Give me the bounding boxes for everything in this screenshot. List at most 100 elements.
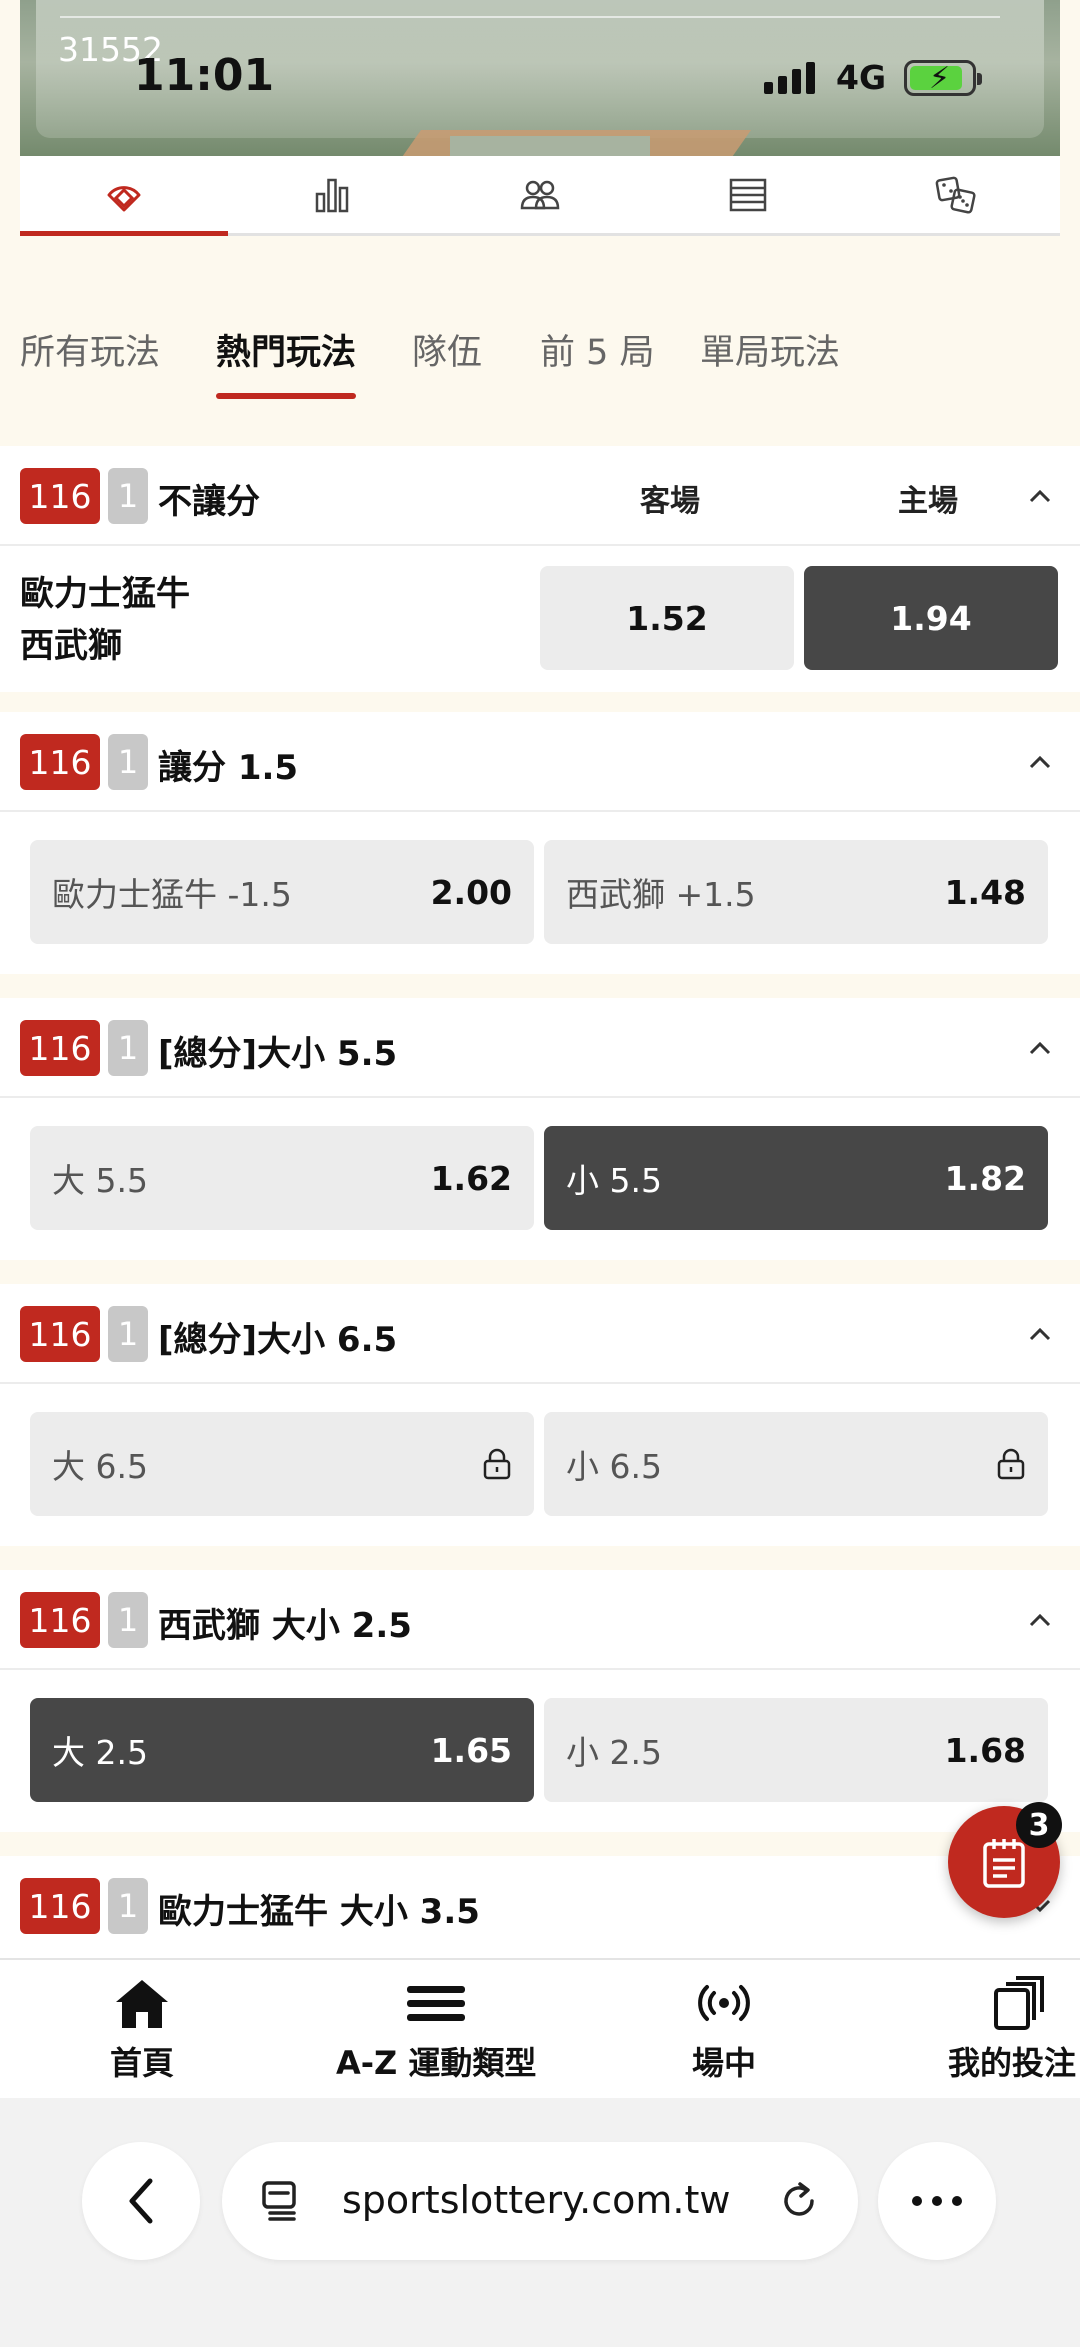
market-header[interactable]: 116 1 [總分]大小 6.5: [0, 1284, 1080, 1384]
stats-bar-icon: [315, 178, 349, 212]
chevron-up-icon[interactable]: [1020, 1028, 1060, 1068]
more-options-button[interactable]: [878, 2142, 996, 2260]
tab-dice[interactable]: [852, 156, 1060, 233]
tab-teams-markets[interactable]: 隊伍: [412, 324, 482, 375]
odds-label: 西武獅 +1.5: [566, 875, 756, 914]
odds-option-button[interactable]: 大 5.5 1.62: [30, 1126, 534, 1230]
odds-option-button[interactable]: 西武獅 +1.5 1.48: [544, 840, 1048, 944]
nav-home-label: 首頁: [110, 2044, 175, 2082]
menu-icon: [407, 1986, 466, 2021]
odds-value: 1.65: [430, 1730, 512, 1770]
network-type: 4G: [836, 58, 887, 97]
market-title: [總分]大小 5.5: [158, 1034, 398, 1074]
bet-slip-count-badge: 3: [1016, 1802, 1062, 1848]
baseball-field-icon: [107, 185, 141, 211]
chevron-up-icon[interactable]: [1020, 1600, 1060, 1640]
nav-sports-label: A-Z 運動類型: [336, 2044, 537, 2082]
market-card-total-6-5: 116 1 [總分]大小 6.5 大 6.5 小 6.5: [0, 1284, 1080, 1546]
market-title: 歐力士猛牛 大小 3.5: [158, 1892, 480, 1932]
market-card-total-5-5: 116 1 [總分]大小 5.5 大 5.5 1.62 小 5.5 1.82: [0, 998, 1080, 1260]
team-users-icon: [520, 180, 560, 209]
bottom-navigation: 首頁 A-Z 運動類型 場中 我的投注: [0, 1958, 1080, 2098]
nav-my-bets[interactable]: 我的投注: [948, 1976, 1076, 2084]
market-title: 西武獅 大小 2.5: [158, 1606, 412, 1646]
home-icon: [116, 1980, 168, 2028]
odds-value: 1.48: [944, 872, 1026, 912]
odds-option-button[interactable]: 歐力士猛牛 -1.5 2.00: [30, 840, 534, 944]
list-table-icon: [729, 178, 767, 211]
browser-toolbar: sportslottery.com.tw: [0, 2098, 1080, 2347]
nav-my-bets-label: 我的投注: [948, 2044, 1077, 2082]
market-index-badge: 1: [108, 1878, 148, 1934]
tab-table[interactable]: [644, 156, 852, 233]
market-title: 讓分 1.5: [158, 748, 299, 788]
odds-label: 大 6.5: [52, 1447, 148, 1486]
tab-first-5-innings[interactable]: 前 5 局: [540, 324, 655, 375]
odds-value: 1.68: [944, 1730, 1026, 1770]
nav-live-label: 場中: [692, 2044, 757, 2082]
odds-label: 大 2.5: [52, 1733, 148, 1772]
hero-divider: [60, 16, 1000, 18]
odds-option-button[interactable]: 小 2.5 1.68: [544, 1698, 1048, 1802]
reload-icon[interactable]: [778, 2180, 820, 2222]
market-header[interactable]: 116 1 不讓分 客場 主場: [0, 446, 1080, 546]
more-dots-icon: [912, 2196, 962, 2206]
odds-label: 小 2.5: [566, 1733, 662, 1772]
nav-home[interactable]: 首頁: [110, 1976, 174, 2084]
back-button[interactable]: [82, 2142, 200, 2260]
chevron-up-icon[interactable]: [1020, 476, 1060, 516]
tab-all-markets[interactable]: 所有玩法: [20, 324, 160, 375]
event-number-badge: 116: [20, 1592, 100, 1648]
url-text: sportslottery.com.tw: [342, 2178, 731, 2222]
market-header[interactable]: 116 1 [總分]大小 5.5: [0, 998, 1080, 1098]
signal-icon: [764, 62, 815, 94]
page-tabs-icon: [262, 2181, 296, 2221]
odds-home-button[interactable]: 1.94: [804, 566, 1058, 670]
team-home-name: 西武獅: [20, 626, 122, 666]
nav-sports-az[interactable]: A-Z 運動類型: [336, 1976, 536, 2084]
column-home: 主場: [898, 484, 958, 519]
market-header[interactable]: 116 1 歐力士猛牛 大小 3.5: [0, 1856, 1080, 1956]
documents-icon: [994, 1976, 1044, 2030]
nav-live[interactable]: 場中: [692, 1976, 756, 2084]
tab-popular-markets[interactable]: 熱門玩法: [216, 324, 357, 399]
market-title: 不讓分: [158, 482, 260, 522]
battery-icon: ⚡: [904, 60, 982, 96]
market-index-badge: 1: [108, 468, 148, 524]
odds-value: 1.94: [890, 598, 972, 638]
status-time: 11:01: [134, 50, 275, 101]
tab-single-inning[interactable]: 單局玩法: [700, 324, 840, 375]
odds-label: 大 5.5: [52, 1161, 148, 1200]
odds-away-button[interactable]: 1.52: [540, 566, 794, 670]
market-category-tabs: 所有玩法 熱門玩法 隊伍 前 5 局 單局玩法: [0, 256, 1080, 446]
tab-field[interactable]: [20, 156, 228, 236]
odds-option-button[interactable]: 大 2.5 1.65: [30, 1698, 534, 1802]
event-number-badge: 116: [20, 468, 100, 524]
market-index-badge: 1: [108, 734, 148, 790]
matchup: 歐力士猛牛 西武獅: [20, 568, 190, 672]
market-title: [總分]大小 6.5: [158, 1320, 398, 1360]
market-index-badge: 1: [108, 1592, 148, 1648]
odds-option-locked: 大 6.5: [30, 1412, 534, 1516]
odds-label: 小 6.5: [566, 1447, 662, 1486]
live-broadcast-icon: [698, 1985, 750, 2021]
view-tab-bar: [20, 156, 1060, 236]
address-bar[interactable]: sportslottery.com.tw: [222, 2142, 858, 2260]
odds-label: 小 5.5: [566, 1161, 662, 1200]
odds-value: 1.52: [626, 598, 708, 638]
odds-option-locked: 小 6.5: [544, 1412, 1048, 1516]
market-card-handicap: 116 1 讓分 1.5 歐力士猛牛 -1.5 2.00 西武獅 +1.5 1.…: [0, 712, 1080, 974]
chevron-up-icon[interactable]: [1020, 1314, 1060, 1354]
market-card-moneyline: 116 1 不讓分 客場 主場 歐力士猛牛 西武獅 1.52 1.94: [0, 446, 1080, 692]
odds-value: 1.62: [430, 1158, 512, 1198]
team-away-name: 歐力士猛牛: [20, 574, 190, 614]
chevron-up-icon[interactable]: [1020, 742, 1060, 782]
market-header[interactable]: 116 1 西武獅 大小 2.5: [0, 1570, 1080, 1670]
tab-teams[interactable]: [436, 156, 644, 233]
odds-option-button[interactable]: 小 5.5 1.82: [544, 1126, 1048, 1230]
market-index-badge: 1: [108, 1306, 148, 1362]
column-away: 客場: [640, 484, 700, 519]
tab-stats[interactable]: [228, 156, 436, 233]
market-header[interactable]: 116 1 讓分 1.5: [0, 712, 1080, 812]
market-index-badge: 1: [108, 1020, 148, 1076]
